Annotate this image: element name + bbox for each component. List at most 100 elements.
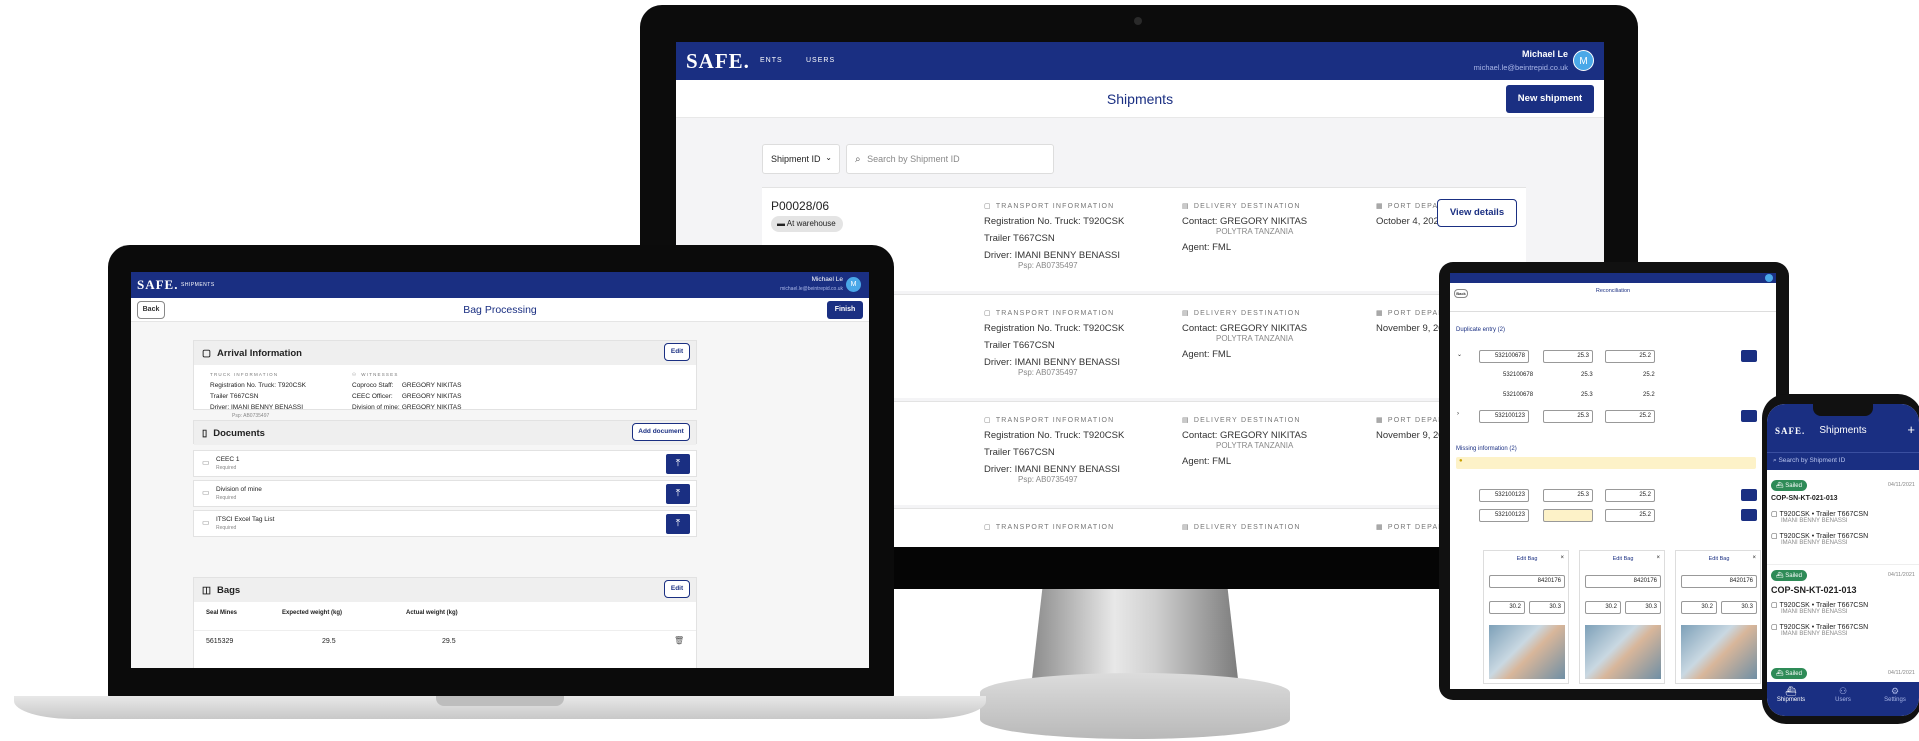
transport-info: ▢ TRANSPORT INFORMATION Registration No. … xyxy=(984,202,1164,271)
resolve-button[interactable] xyxy=(1741,509,1757,521)
passport: Psp: AB0735497 xyxy=(1018,475,1078,484)
shipment-id-select[interactable]: Shipment ID ⌄ xyxy=(762,144,840,174)
bag-id-input[interactable]: 8420176 xyxy=(1489,575,1565,588)
tab-shipments[interactable]: ⛴ Shipments xyxy=(1771,686,1811,703)
table-row: 5615329 29.5 29.5 🗑 xyxy=(194,630,696,652)
document-row[interactable]: ▭ CEEC 1 Required ⤒ xyxy=(193,450,697,477)
tablet-screen: Reconciliation Back Duplicate entry (2) … xyxy=(1450,273,1776,689)
safe-logo: SAFE. xyxy=(686,49,750,73)
tab-users[interactable]: ⚇ Users xyxy=(1823,686,1863,703)
actual-weight[interactable]: 25.2 xyxy=(1605,350,1655,363)
finish-button[interactable]: Finish xyxy=(827,301,863,319)
ship-icon: ⛴ xyxy=(1776,573,1784,579)
expected-value: 29.5 xyxy=(322,638,336,645)
actual-weight[interactable]: 25.2 xyxy=(1605,509,1655,522)
document-name: CEEC 1 xyxy=(216,456,240,463)
chevron-down-icon: ⌄ xyxy=(825,153,832,162)
avatar[interactable] xyxy=(1765,274,1773,282)
bag-id-input[interactable]: 8420176 xyxy=(1681,575,1757,588)
page-title: Reconciliation xyxy=(1595,288,1631,294)
upload-icon[interactable]: ⤒ xyxy=(666,514,690,534)
close-icon[interactable]: × xyxy=(1656,555,1660,561)
truck-icon: ▢ xyxy=(1771,533,1778,540)
coproco-staff: Coproco Staff: GREGORY NIKITAS xyxy=(352,382,462,389)
top-nav xyxy=(1450,273,1776,283)
top-nav: SAFE. SHIPMENTS Michael Le michael.le@be… xyxy=(131,272,869,298)
expected-weight[interactable]: 25.3 xyxy=(1543,410,1593,423)
nav-item-shipments[interactable]: SHIPMENTS xyxy=(181,282,215,288)
avatar[interactable]: M xyxy=(1573,50,1594,71)
add-icon[interactable]: + xyxy=(1907,422,1915,437)
bag-id: 532100678 xyxy=(1503,372,1534,378)
resolve-button[interactable] xyxy=(1741,410,1757,422)
view-details-button[interactable]: View details xyxy=(1437,199,1517,227)
page-header: Shipments New shipment xyxy=(676,80,1604,118)
expected-weight[interactable]: 25.3 xyxy=(1543,489,1593,502)
truck-line: ▢ T920CSK • Trailer T667CSN xyxy=(1771,602,1869,609)
avatar[interactable]: M xyxy=(846,277,861,292)
edit-bag-title: Edit Bag xyxy=(1516,556,1538,562)
tab-settings[interactable]: ⚙ Settings xyxy=(1875,686,1915,703)
expected-weight[interactable] xyxy=(1543,509,1593,522)
nav-item-shipments[interactable]: ENTS xyxy=(760,57,783,64)
shipment-list-item[interactable]: ⛴ Sailed 04/11/2021 COP-SN-KT-021-013 ▢ … xyxy=(1771,570,1915,637)
shipment-list-item[interactable]: ⛴ Sailed 04/11/2021 xyxy=(1771,668,1915,679)
expected-weight-input[interactable]: 30.2 xyxy=(1681,601,1717,614)
laptop-screen: SAFE. SHIPMENTS Michael Le michael.le@be… xyxy=(131,272,869,668)
registration: Registration No. Truck: T920CSK xyxy=(984,430,1125,441)
expected-weight-input[interactable]: 30.2 xyxy=(1585,601,1621,614)
file-icon: ▭ xyxy=(202,518,210,527)
file-icon: ▭ xyxy=(202,488,210,497)
back-button[interactable]: Back xyxy=(1454,289,1468,298)
close-icon[interactable]: × xyxy=(1560,555,1564,561)
sailed-badge: ⛴ Sailed xyxy=(1771,668,1807,679)
passport: Psp: AB0735497 xyxy=(1018,261,1078,270)
resolve-button[interactable] xyxy=(1741,489,1757,501)
driver: IMANI BENNY BENASSI xyxy=(1781,609,1848,615)
driver: Driver: IMANI BENNY BENASSI xyxy=(984,250,1121,261)
resolve-button[interactable] xyxy=(1741,350,1757,362)
actual-weight[interactable]: 25.2 xyxy=(1605,410,1655,423)
search-icon: ⌕ xyxy=(1773,457,1777,464)
trash-icon[interactable]: 🗑 xyxy=(674,636,684,645)
expected-weight: 25.3 xyxy=(1581,392,1593,398)
transport-header: ▢ TRANSPORT INFORMATION xyxy=(984,523,1115,532)
chevron-right-icon[interactable]: › xyxy=(1457,411,1459,417)
monitor-camera xyxy=(1134,17,1142,25)
user-name: Michael Le xyxy=(1521,49,1568,59)
laptop-notch xyxy=(436,696,564,706)
actual-weight[interactable]: 25.2 xyxy=(1605,489,1655,502)
upload-icon[interactable]: ⤒ xyxy=(666,454,690,474)
upload-icon[interactable]: ⤒ xyxy=(666,484,690,504)
expected-weight[interactable]: 25.3 xyxy=(1543,350,1593,363)
truck-icon: ▢ xyxy=(984,203,992,210)
bag-id-input[interactable]: 8420176 xyxy=(1585,575,1661,588)
close-icon[interactable]: × xyxy=(1752,555,1756,561)
bags-edit-button[interactable]: Edit xyxy=(664,580,690,598)
nav-item-users[interactable]: USERS xyxy=(806,57,835,64)
bag-id: 532100123 xyxy=(1479,410,1529,423)
search-input[interactable]: ⌕ Search by Shipment ID xyxy=(846,144,1054,174)
document-row[interactable]: ▭ ITSCI Excel Tag List Required ⤒ xyxy=(193,510,697,537)
actual-weight-input[interactable]: 30.3 xyxy=(1529,601,1565,614)
duplicate-row: 532100678 25.3 25.2 xyxy=(1455,388,1765,405)
expected-weight-input[interactable]: 30.2 xyxy=(1489,601,1525,614)
delivery-info: ▤ DELIVERY DESTINATION Contact: GREGORY N… xyxy=(1182,202,1342,254)
arrival-edit-button[interactable]: Edit xyxy=(664,343,690,361)
status-badge: ▬ At warehouse xyxy=(771,216,843,232)
document-row[interactable]: ▭ Division of mine Required ⤒ xyxy=(193,480,697,507)
actual-weight-input[interactable]: 30.3 xyxy=(1721,601,1757,614)
expected-weight: 25.3 xyxy=(1581,372,1593,378)
actual-weight-input[interactable]: 30.3 xyxy=(1625,601,1661,614)
chevron-down-icon[interactable]: ⌄ xyxy=(1457,351,1462,358)
select-value: Shipment ID xyxy=(771,154,821,164)
new-shipment-button[interactable]: New shipment xyxy=(1506,85,1594,113)
transport-header: ▢ TRANSPORT INFORMATION xyxy=(984,202,1115,211)
shipment-list-item[interactable]: ⛴ Sailed 04/11/2021 COP-SN-KT-021-013 ▢ … xyxy=(1771,480,1915,546)
driver: Driver: IMANI BENNY BENASSI xyxy=(984,464,1121,475)
division-of-mine: Division of mine: GREGORY NIKITAS xyxy=(352,404,462,411)
shipment-id: COP-SN-KT-021-013 xyxy=(1771,585,1857,595)
add-document-button[interactable]: Add document xyxy=(632,423,690,441)
seal-value: 5615329 xyxy=(206,638,234,645)
search-input[interactable]: ⌕ Search by Shipment ID xyxy=(1767,452,1919,470)
